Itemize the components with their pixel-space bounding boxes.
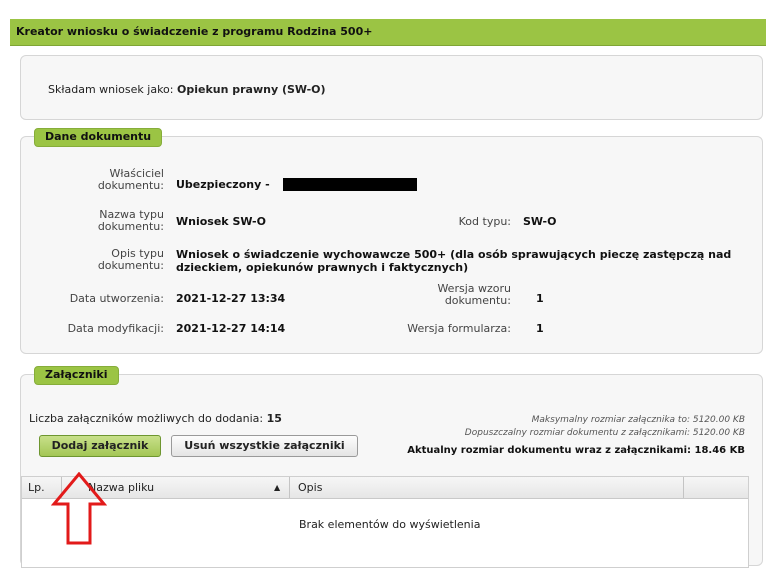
modified-label: Data modyfikacji: (67, 322, 164, 335)
submit-as-panel: Składam wniosek jako: Opiekun prawny (SW… (20, 55, 763, 120)
type-code-label: Kod typu: (458, 215, 511, 228)
modified-value: 2021-12-27 14:14 (176, 322, 286, 335)
document-data-panel: Dane dokumentu Właściciel dokumentu: Ube… (20, 128, 763, 354)
empty-table-message: Brak elementów do wyświetlenia (299, 518, 481, 531)
wizard-title: Kreator wniosku o świadczenie z programu… (16, 25, 373, 38)
type-desc-label: Opis typu dokumentu: (97, 247, 164, 272)
type-name-value: Wniosek SW-O (176, 215, 266, 228)
wizard-header: Kreator wniosku o świadczenie z programu… (10, 19, 766, 46)
owner-label: Właściciel dokumentu: (97, 167, 164, 192)
table-header: Lp. Nazwa pliku ▲ Opis (22, 477, 748, 499)
template-version-value: 1 (536, 292, 544, 305)
type-name-label: Nazwa typu dokumentu: (97, 208, 164, 233)
column-header-description[interactable]: Opis (298, 481, 322, 494)
created-label: Data utworzenia: (69, 292, 164, 305)
attachments-legend: Załączniki (34, 366, 119, 385)
submit-as-label: Składam wniosek jako: (48, 83, 174, 96)
type-desc-value: Wniosek o świadczenie wychowawcze 500+ (… (176, 248, 732, 274)
attachments-count-value: 15 (266, 412, 282, 425)
template-version-label: Wersja wzoru dokumentu: (437, 282, 511, 307)
submit-as-text: Składam wniosek jako: Opiekun prawny (SW… (48, 83, 326, 96)
column-header-no[interactable]: Lp. (28, 481, 45, 494)
submit-as-value: Opiekun prawny (SW-O) (177, 83, 326, 96)
form-version-value: 1 (536, 322, 544, 335)
allowed-document-size: Dopuszczalny rozmiar dokumentu z załączn… (464, 428, 745, 438)
remove-all-attachments-button[interactable]: Usuń wszystkie załączniki (171, 435, 358, 457)
annotation-arrow-icon (51, 472, 107, 545)
column-divider[interactable] (683, 477, 684, 498)
attachments-count-label: Liczba załączników możliwych do dodania: (29, 412, 264, 425)
sort-ascending-icon[interactable]: ▲ (274, 483, 280, 492)
form-version-label: Wersja formularza: (407, 322, 511, 335)
type-code-value: SW-O (523, 215, 557, 228)
owner-value: Ubezpieczony - (176, 178, 270, 191)
column-divider[interactable] (289, 477, 290, 498)
document-data-legend: Dane dokumentu (34, 128, 163, 147)
max-attachment-size: Maksymalny rozmiar załącznika to: 5120.0… (531, 415, 745, 425)
add-attachment-button[interactable]: Dodaj załącznik (39, 435, 161, 457)
attachments-panel: Załączniki Liczba załączników możliwych … (20, 366, 763, 568)
attachments-count: Liczba załączników możliwych do dodania:… (29, 412, 282, 425)
created-value: 2021-12-27 13:34 (176, 292, 286, 305)
redacted-owner-name (283, 178, 417, 191)
attachments-table: Lp. Nazwa pliku ▲ Opis Brak elementów do… (21, 476, 749, 568)
current-document-size: Aktualny rozmiar dokumentu wraz z załącz… (407, 445, 745, 456)
